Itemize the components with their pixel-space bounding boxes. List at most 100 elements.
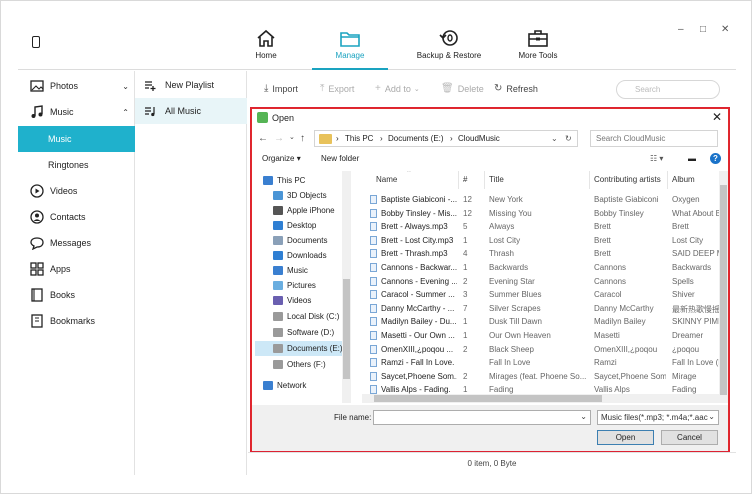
address-refresh-icon[interactable]: ↻: [565, 134, 572, 143]
sidebar-item-music-sub[interactable]: Music: [18, 126, 135, 152]
title-cell: Our Own Heaven: [489, 331, 551, 340]
artist-cell: Brett: [594, 222, 611, 232]
nav-item-3d-objects[interactable]: 3D Objects: [255, 188, 351, 203]
up-arrow-icon[interactable]: ↑: [300, 133, 305, 144]
chevron-down-icon[interactable]: ⌄: [122, 82, 129, 91]
column-header-title[interactable]: Title: [489, 175, 504, 184]
breadcrumb-documents[interactable]: Documents (E:): [388, 134, 444, 143]
column-divider[interactable]: [667, 171, 668, 189]
nav-item-pictures[interactable]: Pictures: [255, 278, 351, 293]
file-row[interactable]: Saycet,Phoene Som... 2 Mirages (feat. Phoe…: [362, 370, 719, 384]
file-list-hscrollbar-thumb[interactable]: [374, 395, 602, 402]
file-row[interactable]: Brett - Lost City.mp3 1 Lost City Brett Lost…: [362, 234, 719, 248]
organize-button[interactable]: Organize ▾: [262, 154, 301, 163]
nav-item-videos[interactable]: Videos: [255, 293, 351, 308]
file-row[interactable]: Caracol - Summer ... 3 Summer Blues Caracol…: [362, 288, 719, 302]
file-row[interactable]: Brett - Always.mp3 5 Always Brett Brett: [362, 220, 719, 234]
nav-item-documents[interactable]: Documents: [255, 233, 351, 248]
file-row[interactable]: Cannons - Evening ... 2 Evening Star Cannon…: [362, 275, 719, 289]
file-row[interactable]: Brett - Thrash.mp3 4 Thrash Brett SAID DEEP …: [362, 247, 719, 261]
column-header-album[interactable]: Album: [672, 175, 695, 184]
sidebar-item-photos[interactable]: Photos ⌄: [18, 73, 135, 99]
documents-icon: [273, 236, 283, 245]
dialog-search-input[interactable]: Search CloudMusic: [590, 130, 718, 147]
preview-pane-icon[interactable]: ▬: [688, 154, 696, 163]
playlist-all-music[interactable]: All Music: [135, 98, 247, 124]
nav-backup-restore[interactable]: Backup & Restore: [408, 18, 490, 70]
nav-item-local-disk-c[interactable]: Local Disk (C:): [255, 309, 351, 324]
device-phone-icon[interactable]: [32, 36, 40, 48]
import-button[interactable]: ⤓ Import: [264, 83, 298, 94]
nav-home[interactable]: Home: [242, 18, 290, 70]
refresh-button[interactable]: ↻ Refresh: [494, 83, 538, 94]
sidebar-item-videos[interactable]: Videos: [18, 178, 135, 204]
forward-arrow-icon[interactable]: →: [274, 133, 284, 144]
minimize-icon[interactable]: –: [678, 24, 684, 35]
sidebar-item-ringtones[interactable]: Ringtones: [18, 152, 135, 178]
file-row[interactable]: Madilyn Bailey - Du... 1 Dusk Till Dawn Mad…: [362, 315, 719, 329]
dialog-close-icon[interactable]: ✕: [712, 110, 722, 124]
file-row[interactable]: Baptiste Giabiconi -... 12 New York Baptist…: [362, 193, 719, 207]
sidebar-item-music[interactable]: Music ⌃: [18, 99, 135, 125]
nav-item-downloads[interactable]: Downloads: [255, 248, 351, 263]
music-icon: [273, 266, 283, 275]
maximize-icon[interactable]: □: [700, 24, 706, 35]
view-options-icon[interactable]: ☷ ▾: [650, 154, 663, 163]
file-row[interactable]: Masetti - Our Own ... 1 Our Own Heaven Mase…: [362, 329, 719, 343]
breadcrumb-cloudmusic[interactable]: CloudMusic: [458, 134, 500, 143]
file-row[interactable]: Bobby Tinsley - Mis... 12 Missing You Bobby…: [362, 207, 719, 221]
back-arrow-icon[interactable]: ←: [258, 133, 268, 144]
breadcrumb-this-pc[interactable]: This PC: [345, 134, 373, 143]
nav-item-apple-iphone[interactable]: Apple iPhone: [255, 203, 351, 218]
new-playlist-button[interactable]: New Playlist: [135, 72, 247, 98]
search-input[interactable]: Search: [616, 80, 720, 99]
file-type-select[interactable]: Music files(*.mp3; *.m4a;*.aac;* ⌄: [597, 410, 719, 425]
file-name-cell: Bobby Tinsley - Mis...: [381, 208, 457, 218]
column-divider[interactable]: [484, 171, 485, 189]
sidebar-item-apps[interactable]: Apps: [18, 256, 135, 282]
file-row[interactable]: Danny McCarthy - ... 7 Silver Scrapes Danny…: [362, 302, 719, 316]
cancel-button[interactable]: Cancel: [661, 430, 718, 445]
close-icon[interactable]: ✕: [721, 24, 729, 35]
sidebar-item-contacts[interactable]: Contacts: [18, 204, 135, 230]
nav-item-network[interactable]: Network: [255, 378, 351, 393]
nav-item-music[interactable]: Music: [255, 263, 351, 278]
add-to-button[interactable]: + Add to ⌄: [375, 83, 420, 94]
nav-item-others-f[interactable]: Others (F:): [255, 357, 351, 372]
sidebar-item-messages[interactable]: Messages: [18, 230, 135, 256]
chevron-up-icon[interactable]: ⌃: [122, 108, 129, 117]
column-divider[interactable]: [589, 171, 590, 189]
nav-scrollbar-thumb[interactable]: [343, 279, 350, 379]
address-dropdown-icon[interactable]: ⌄: [551, 134, 558, 143]
file-row[interactable]: Ramzi - Fall In Love. Fall In Love Ramzi Fa…: [362, 356, 719, 370]
sidebar-item-bookmarks[interactable]: Bookmarks: [18, 308, 135, 334]
music-file-icon: [370, 371, 377, 381]
open-button[interactable]: Open: [597, 430, 654, 445]
nav-item-desktop[interactable]: Desktop: [255, 218, 351, 233]
file-row[interactable]: Cannons - Backwar... 1 Backwards Cannons Bac…: [362, 261, 719, 275]
drive-icon: [273, 328, 283, 337]
file-name-input[interactable]: ⌄: [373, 410, 591, 425]
delete-button[interactable]: 🗑︎ Delete: [441, 83, 484, 94]
column-divider[interactable]: [458, 171, 459, 189]
file-list-scrollbar-thumb[interactable]: [720, 185, 727, 395]
chevron-down-icon[interactable]: ⌄: [708, 412, 715, 421]
nav-item-documents-e[interactable]: Documents (E:): [255, 341, 351, 356]
chevron-down-icon[interactable]: ⌄: [580, 412, 587, 421]
column-header-name[interactable]: Name: [376, 175, 397, 184]
column-header-artists[interactable]: Contributing artists: [594, 175, 661, 184]
recent-locations-icon[interactable]: ⌄: [289, 133, 295, 141]
address-bar[interactable]: › This PC › Documents (E:) › CloudMusic …: [314, 130, 578, 147]
column-header-number[interactable]: #: [463, 175, 467, 184]
file-name-cell: Masetti - Our Own ...: [381, 331, 455, 340]
sidebar-item-label: Books: [50, 290, 76, 300]
new-folder-button[interactable]: New folder: [321, 154, 359, 163]
sidebar-item-books[interactable]: Books: [18, 282, 135, 308]
export-button[interactable]: ⤒ Export: [320, 83, 354, 94]
help-icon[interactable]: ?: [710, 153, 721, 164]
nav-manage[interactable]: Manage: [312, 18, 388, 70]
nav-item-software-d[interactable]: Software (D:): [255, 325, 351, 340]
nav-more-tools[interactable]: More Tools: [510, 18, 566, 70]
file-row[interactable]: OmenXIII,¿poqou ... 2 Black Sheep OmenXIII,…: [362, 343, 719, 357]
nav-item-this-pc[interactable]: This PC: [255, 173, 351, 188]
